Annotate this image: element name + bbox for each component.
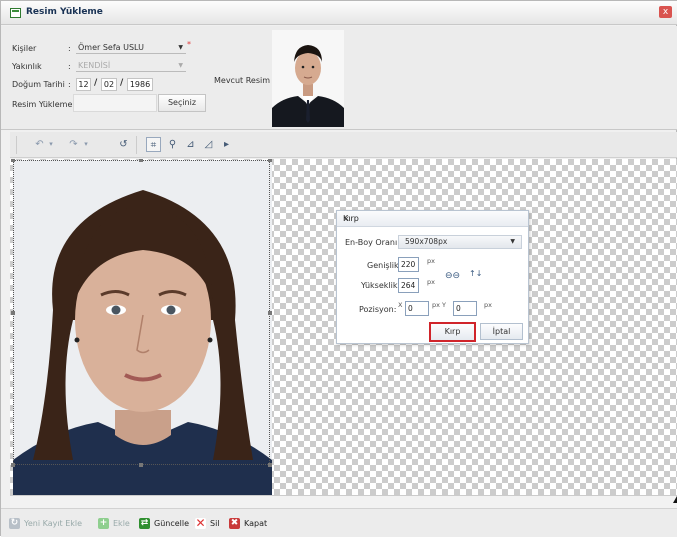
birth-day-field[interactable]: 12 — [76, 78, 91, 91]
current-photo-image — [272, 30, 344, 127]
position-label: Pozisyon: — [359, 305, 397, 314]
resim-yukleme-label: Resim Yükleme : — [12, 100, 78, 109]
position-y-field[interactable]: 0 — [453, 301, 477, 316]
crop-icon[interactable]: ⌗ — [146, 137, 161, 152]
mouse-cursor-icon — [673, 496, 677, 503]
crop-handle[interactable] — [11, 311, 15, 315]
undo-icon[interactable]: ↶ — [32, 137, 47, 152]
chevron-down-icon: ▼ — [510, 238, 515, 245]
colon: : — [68, 62, 71, 71]
swap-dimensions-icon[interactable]: ↑↓ — [469, 269, 482, 278]
required-mark: * — [187, 40, 191, 49]
zoom-icon[interactable]: ⚲ — [165, 137, 180, 152]
aspect-ratio-value: 590x708px — [405, 237, 448, 246]
toolbar-separator — [16, 136, 17, 154]
crop-selection-rectangle[interactable] — [13, 160, 270, 465]
link-ratio-icon[interactable]: ⊖⊖ — [445, 271, 460, 281]
plus-icon: + — [98, 518, 109, 529]
birth-year-field[interactable]: 1986 — [127, 78, 153, 91]
width-field[interactable]: 220 — [398, 257, 419, 272]
date-separator: / — [94, 78, 98, 88]
close-button[interactable]: ✖ Kapat — [229, 517, 267, 530]
unit-label: px — [427, 278, 435, 286]
refresh-icon: ↻ — [9, 518, 20, 529]
crop-handle[interactable] — [268, 159, 272, 162]
ratio-label: En-Boy Oranı: — [345, 238, 400, 247]
crop-handle[interactable] — [139, 159, 143, 162]
x-label: X — [398, 301, 403, 309]
aspect-ratio-select[interactable]: 590x708px ▼ — [398, 235, 522, 249]
redo-icon[interactable]: ↷ — [66, 137, 81, 152]
close-icon: ✖ — [229, 518, 240, 529]
crop-dialog-titlebar: Kırp × — [337, 211, 528, 227]
close-label: Kapat — [244, 519, 268, 528]
kisiler-label: Kişiler — [12, 44, 37, 53]
height-field[interactable]: 264 — [398, 278, 419, 293]
crop-handle[interactable] — [139, 463, 143, 467]
close-icon[interactable]: × — [343, 214, 522, 223]
unit-label: px — [484, 301, 492, 309]
undo-dropdown-icon[interactable]: ▾ — [46, 137, 56, 152]
editor-toolbar: ↶ ▾ ↷ ▾ ↺ ⌗ ⚲ ⊿ ◿ ▸ — [10, 132, 677, 158]
crop-handle[interactable] — [11, 463, 15, 467]
flip-icon[interactable]: ⊿ — [183, 137, 198, 152]
rotate-icon[interactable]: ↺ — [116, 137, 131, 152]
window-title: Resim Yükleme — [26, 7, 103, 17]
crop-button[interactable]: Kırp — [429, 322, 476, 342]
window-close-button[interactable]: x — [659, 6, 672, 18]
unit-label: px — [427, 257, 435, 265]
y-label: px Y — [432, 301, 447, 309]
crop-handle[interactable] — [268, 311, 272, 315]
current-photo — [272, 30, 344, 127]
bottom-action-bar: ↻ Yeni Kayıt Ekle + Ekle ⇄ Güncelle ✕ Sil ✖ K… — [1, 508, 677, 537]
arrow-right-icon[interactable]: ▸ — [219, 137, 234, 152]
chevron-down-icon: ▼ — [178, 62, 183, 69]
horizontal-scrollbar[interactable] — [10, 495, 677, 508]
mevcut-resim-label: Mevcut Resim : — [214, 76, 276, 85]
chevron-down-icon: ▼ — [178, 44, 183, 51]
cancel-button[interactable]: İptal — [480, 323, 523, 340]
colon: : — [68, 44, 71, 53]
choose-file-button[interactable]: Seçiniz — [158, 94, 206, 112]
new-record-button[interactable]: ↻ Yeni Kayıt Ekle — [9, 517, 82, 530]
crop-handle[interactable] — [11, 159, 15, 162]
delete-label: Sil — [210, 519, 220, 528]
window-form-icon — [10, 8, 21, 18]
file-path-input[interactable] — [73, 94, 157, 112]
title-bar: Resim Yükleme x — [1, 1, 677, 25]
sync-icon: ⇄ — [139, 518, 150, 529]
height-label: Yükseklik: — [361, 281, 401, 290]
crop-dialog: Kırp × En-Boy Oranı: 590x708px ▼ Genişli… — [336, 210, 529, 344]
update-button[interactable]: ⇄ Güncelle — [139, 517, 189, 530]
kisiler-value: Ömer Sefa USLU — [78, 43, 144, 52]
position-x-field[interactable]: 0 — [405, 301, 429, 316]
yakinlik-value: KENDİSİ — [78, 61, 111, 70]
update-label: Güncelle — [154, 519, 190, 528]
toolbar-separator — [136, 136, 137, 154]
delete-button[interactable]: ✕ Sil — [195, 517, 220, 530]
redo-dropdown-icon[interactable]: ▾ — [81, 137, 91, 152]
kisiler-select[interactable]: Ömer Sefa USLU ▼ — [76, 42, 186, 54]
width-label: Genişlik: — [367, 261, 402, 270]
birth-month-field[interactable]: 02 — [101, 78, 117, 91]
crop-handle[interactable] — [268, 463, 272, 467]
add-button[interactable]: + Ekle — [98, 517, 130, 530]
image-upload-window: Resim Yükleme x Kişiler : Ömer Sefa USLU… — [0, 0, 677, 537]
date-separator: / — [120, 78, 124, 88]
dogum-tarihi-label: Doğum Tarihi — [12, 80, 65, 89]
yakinlik-label: Yakınlık — [12, 62, 42, 71]
new-record-label: Yeni Kayıt Ekle — [24, 519, 83, 528]
yakinlik-select[interactable]: KENDİSİ ▼ — [76, 60, 186, 72]
colon: : — [68, 80, 71, 89]
add-label: Ekle — [113, 519, 130, 528]
x-icon: ✕ — [195, 516, 206, 530]
mirror-icon[interactable]: ◿ — [201, 137, 216, 152]
